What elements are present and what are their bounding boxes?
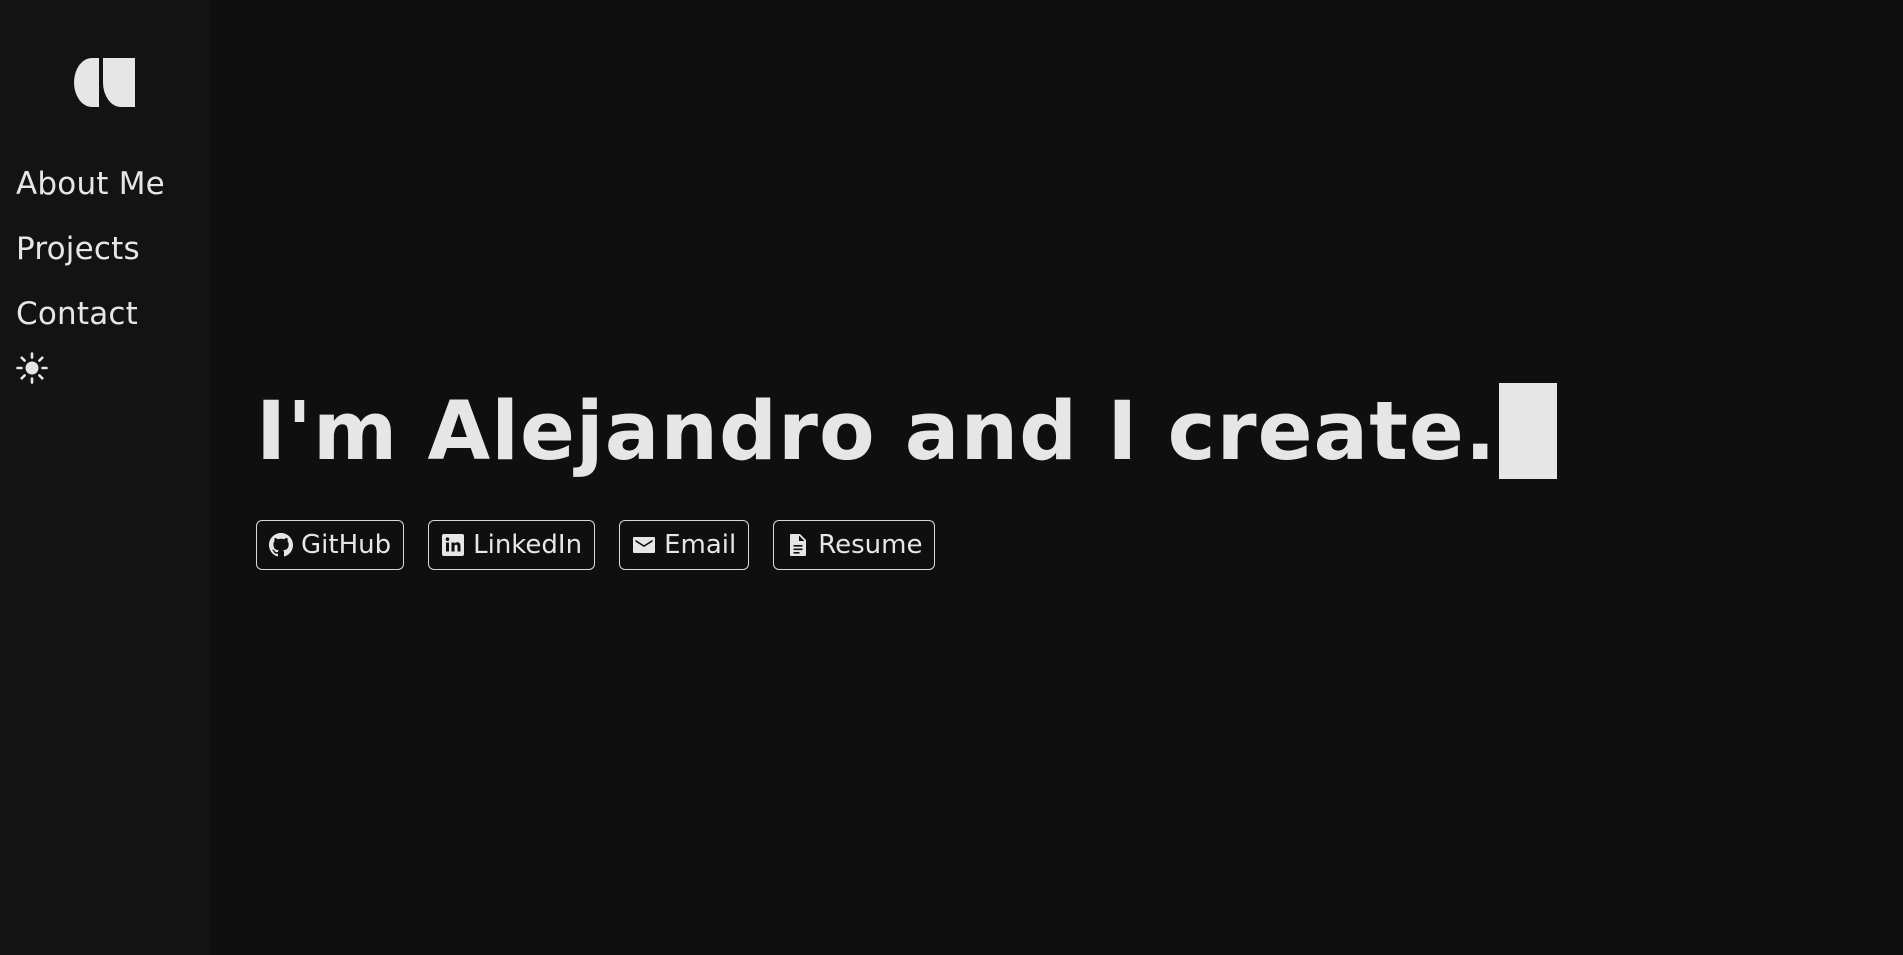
sun-icon[interactable] (16, 352, 48, 384)
typing-cursor (1498, 383, 1557, 479)
linkedin-icon (442, 534, 465, 556)
resume-button[interactable]: Resume (773, 520, 936, 570)
github-button[interactable]: GitHub (256, 520, 405, 570)
nav-contact[interactable]: Contact (16, 282, 165, 347)
hero-headline: I'm Alejandro and I create. (256, 385, 1497, 479)
github-icon (269, 533, 293, 557)
linkedin-button[interactable]: LinkedIn (428, 520, 596, 570)
mail-icon (633, 537, 656, 553)
nav-projects[interactable]: Projects (16, 217, 165, 282)
resume-label: Resume (818, 530, 923, 560)
document-icon (790, 534, 807, 556)
sidebar: About Me Projects Contact (0, 0, 210, 955)
github-label: GitHub (301, 530, 392, 560)
email-button[interactable]: Email (619, 520, 750, 570)
nav-about-me[interactable]: About Me (16, 152, 165, 217)
email-label: Email (664, 530, 737, 560)
social-links: GitHub LinkedIn Email Resume (256, 520, 936, 570)
logo[interactable] (74, 58, 135, 107)
linkedin-label: LinkedIn (473, 530, 583, 560)
sidebar-nav: About Me Projects Contact (16, 152, 165, 347)
hero: I'm Alejandro and I create. (256, 382, 1557, 482)
